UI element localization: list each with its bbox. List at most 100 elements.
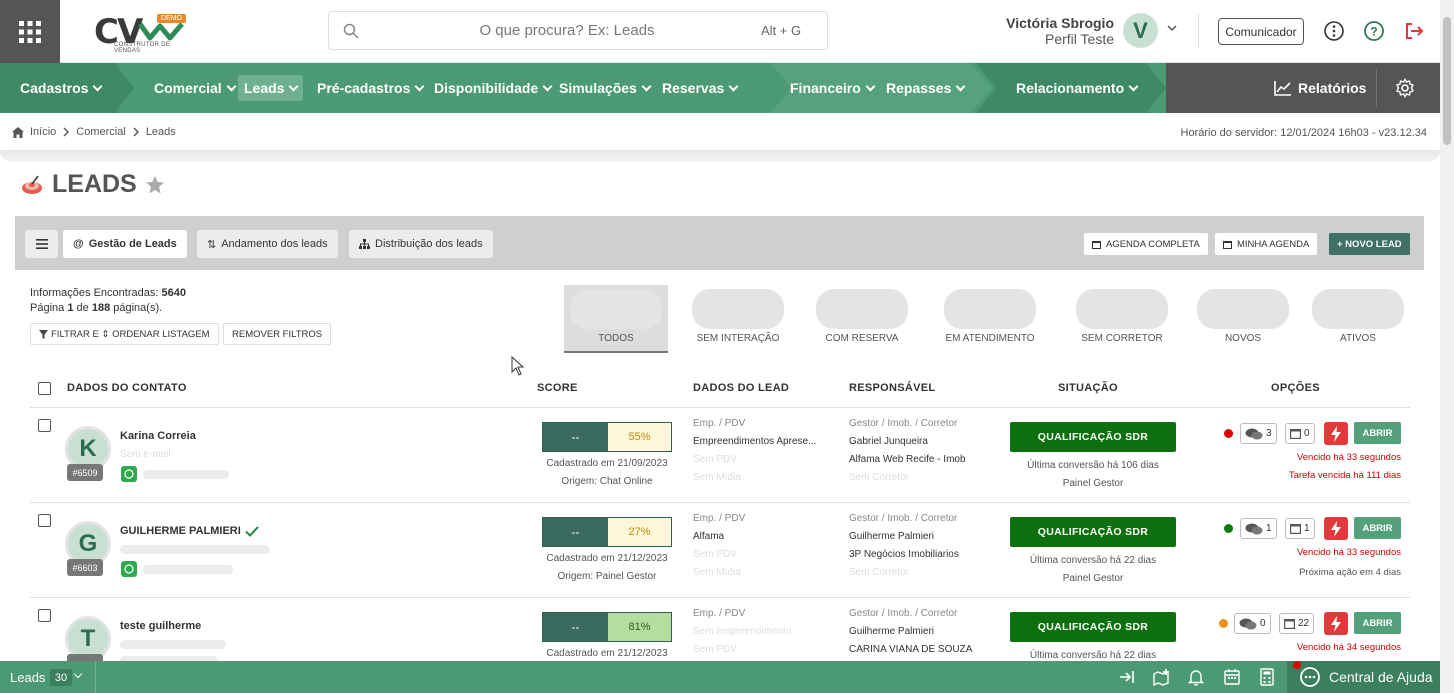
chevron-down-icon[interactable]: [73, 669, 83, 679]
gear-icon[interactable]: [1395, 78, 1415, 98]
nav-leads[interactable]: Leads: [238, 75, 304, 101]
whatsapp-icon[interactable]: [121, 466, 137, 482]
emp-label: Emp. / PDV: [693, 608, 746, 619]
comunicador-button[interactable]: Comunicador: [1218, 18, 1304, 45]
th-dados-lead[interactable]: DADOS DO LEAD: [693, 382, 789, 394]
status-tab-sem-interacao[interactable]: SEM INTERAÇÃO: [690, 285, 786, 344]
page-scrollbar[interactable]: [1440, 0, 1454, 693]
calculator-icon[interactable]: [1258, 668, 1276, 686]
task-count-button[interactable]: 0: [1285, 423, 1315, 444]
global-search[interactable]: O que procura? Ex: Leads Alt + G: [328, 11, 828, 50]
hamburger-icon: [35, 239, 48, 249]
tab-andamento-dos-leads[interactable]: ⇅ Andamento dos leads: [197, 230, 338, 258]
task-count-button[interactable]: 22: [1279, 613, 1315, 634]
nav-reservas[interactable]: Reservas: [656, 75, 743, 101]
status-tab-novos[interactable]: NOVOS: [1195, 285, 1291, 344]
calendar-icon: [1092, 240, 1101, 249]
apps-menu-button[interactable]: [0, 0, 60, 63]
nav-relacionamento[interactable]: Relacionamento: [1010, 75, 1143, 101]
status-badge[interactable]: QUALIFICAÇÃO SDR: [1010, 422, 1176, 452]
th-responsavel[interactable]: RESPONSÁVEL: [849, 382, 935, 394]
nav-disponibilidade[interactable]: Disponibilidade: [428, 75, 557, 101]
map-pin-add-icon[interactable]: [1152, 668, 1170, 686]
chat-count-button[interactable]: 0: [1234, 613, 1271, 634]
th-score[interactable]: SCORE: [537, 382, 578, 394]
help-center-button[interactable]: Central de Ajuda: [1287, 661, 1440, 693]
due-note: Vencido há 33 segundos: [1296, 452, 1401, 463]
status-tab-todos[interactable]: TODOS: [564, 285, 668, 353]
help-icon[interactable]: ?: [1363, 20, 1385, 42]
quick-action-button[interactable]: [1324, 612, 1348, 635]
user-avatar[interactable]: V: [1123, 13, 1158, 48]
status-badge[interactable]: QUALIFICAÇÃO SDR: [1010, 612, 1176, 642]
menu-toggle-button[interactable]: [25, 230, 58, 258]
page-size-select[interactable]: 30: [50, 669, 72, 686]
imob-value: Alfama Web Recife - Imob: [849, 454, 966, 465]
user-info[interactable]: Victória Sbrogio Perfil Teste: [1006, 15, 1114, 47]
breadcrumb-item-comercial[interactable]: Comercial: [76, 126, 126, 138]
filter-order-button[interactable]: FILTRAR E ⇕ ORDENAR LISTAGEM: [30, 323, 219, 345]
contact-phone-blurred: [143, 565, 233, 574]
scrollbar-thumb[interactable]: [1443, 17, 1451, 145]
whatsapp-icon[interactable]: [121, 561, 137, 577]
contact-name[interactable]: Karina Correia: [120, 430, 196, 442]
row-checkbox[interactable]: [38, 514, 51, 527]
quick-action-button[interactable]: [1324, 422, 1348, 445]
more-options-icon[interactable]: [1323, 20, 1345, 42]
collapse-right-icon[interactable]: [1118, 668, 1136, 686]
breadcrumb-item-inicio[interactable]: Início: [30, 126, 56, 138]
table-header: DADOS DO CONTATO SCORE DADOS DO LEAD RES…: [30, 370, 1410, 408]
chat-count-button[interactable]: 1: [1240, 518, 1277, 539]
chat-icon: [1239, 618, 1257, 629]
bell-icon[interactable]: [1187, 668, 1205, 686]
nav-relatorios[interactable]: Relatórios: [1268, 75, 1372, 101]
calendar-icon: [1284, 619, 1295, 629]
contact-name[interactable]: teste guilherme: [120, 620, 201, 632]
main-navigation: Cadastros Comercial Leads Pré-cadastros …: [0, 63, 1440, 113]
status-tab-com-reserva[interactable]: COM RESERVA: [814, 285, 910, 344]
task-count: 1: [1304, 523, 1310, 534]
status-tab-sem-corretor[interactable]: SEM CORRETOR: [1074, 285, 1170, 344]
nav-label: Financeiro: [790, 80, 861, 96]
chat-count-button[interactable]: 3: [1240, 423, 1277, 444]
nav-financeiro[interactable]: Financeiro: [784, 75, 880, 101]
row-checkbox[interactable]: [38, 609, 51, 622]
quick-action-button[interactable]: [1324, 517, 1348, 540]
remove-filters-button[interactable]: REMOVER FILTROS: [223, 323, 332, 345]
calendar-icon: [1290, 429, 1301, 439]
grid-icon: [19, 20, 41, 43]
open-lead-button[interactable]: ABRIR: [1354, 517, 1401, 539]
nav-simulacoes[interactable]: Simulações: [553, 75, 656, 101]
task-count-button[interactable]: 1: [1285, 518, 1315, 539]
tab-gestao-de-leads[interactable]: @ Gestão de Leads: [63, 230, 187, 258]
th-situacao[interactable]: SITUAÇÃO: [1058, 382, 1118, 394]
agenda-completa-button[interactable]: AGENDA COMPLETA: [1084, 233, 1208, 255]
status-tab-em-atendimento[interactable]: EM ATENDIMENTO: [942, 285, 1038, 344]
calendar-icon[interactable]: [1223, 668, 1241, 686]
app-logo[interactable]: CV DEMO CONSTRUTOR DE VENDAS: [94, 12, 186, 54]
status-badge[interactable]: QUALIFICAÇÃO SDR: [1010, 517, 1176, 547]
user-profile: Perfil Teste: [1045, 31, 1114, 47]
row-checkbox[interactable]: [38, 419, 51, 432]
star-icon[interactable]: [145, 175, 165, 195]
breadcrumb-item-leads[interactable]: Leads: [146, 126, 176, 138]
th-dados-contato[interactable]: DADOS DO CONTATO: [67, 382, 187, 394]
search-input[interactable]: O que procura? Ex: Leads: [373, 22, 761, 39]
nav-cadastros[interactable]: Cadastros: [14, 75, 107, 101]
logout-icon[interactable]: [1403, 20, 1425, 42]
chart-line-icon: [1274, 81, 1291, 96]
chevron-down-icon[interactable]: [1166, 23, 1178, 33]
open-lead-button[interactable]: ABRIR: [1354, 612, 1401, 634]
status-tab-ativos[interactable]: ATIVOS: [1310, 285, 1406, 344]
contact-name[interactable]: GUILHERME PALMIERI: [120, 525, 259, 537]
nav-repasses[interactable]: Repasses: [880, 75, 970, 101]
tab-distribuicao-dos-leads[interactable]: Distribuição dos leads: [349, 230, 493, 258]
select-all-checkbox[interactable]: [38, 382, 51, 395]
nav-comercial[interactable]: Comercial: [148, 75, 241, 101]
open-lead-button[interactable]: ABRIR: [1354, 422, 1401, 444]
minha-agenda-button[interactable]: MINHA AGENDA: [1215, 233, 1318, 255]
novo-lead-button[interactable]: + NOVO LEAD: [1329, 233, 1410, 255]
contact-name-text: teste guilherme: [120, 620, 202, 632]
nav-pre-cadastros[interactable]: Pré-cadastros: [311, 75, 429, 101]
status-tab-label: COM RESERVA: [825, 333, 899, 344]
